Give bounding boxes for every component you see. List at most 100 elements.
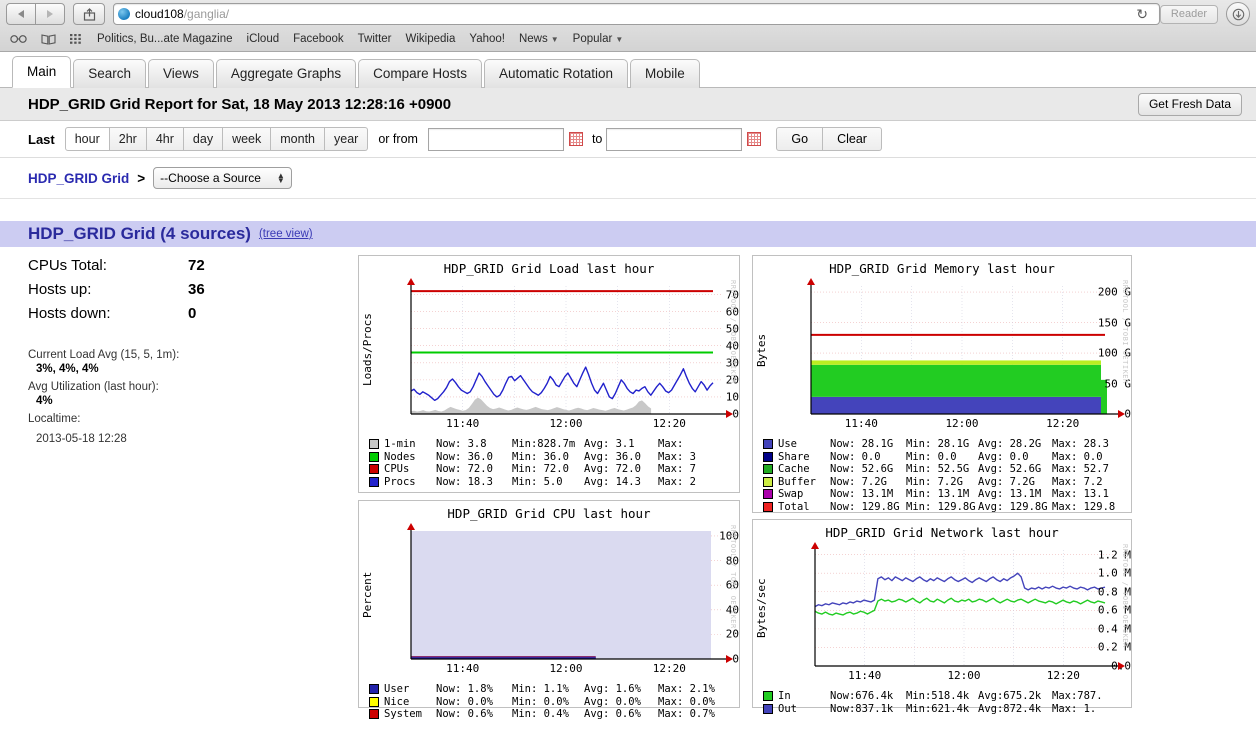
graph-card-network[interactable]: HDP_GRID Grid Network last hour 0.0 0.2 M… — [752, 519, 1132, 715]
share-button[interactable] — [73, 3, 105, 25]
legend-cell: Cache — [778, 463, 810, 476]
get-fresh-data-button[interactable]: Get Fresh Data — [1137, 92, 1242, 116]
downloads-button[interactable] — [1226, 2, 1250, 26]
range-month-button[interactable]: month — [271, 127, 326, 151]
share-icon — [83, 7, 95, 21]
legend-cell: Avg: 129.8G — [978, 500, 1048, 513]
x-axis-tick: 12:20 — [1046, 669, 1080, 682]
legend-cell: Min: 13.1M — [906, 488, 970, 501]
bookmark-facebook[interactable]: Facebook — [293, 33, 344, 45]
graph-card-load[interactable]: HDP_GRID Grid Load last hour 0 10 20 30 40 50… — [358, 255, 740, 493]
legend-cell: Avg: 0.0% — [584, 695, 641, 708]
tab-automatic-rotation[interactable]: Automatic Rotation — [483, 59, 629, 88]
legend-cell: Min: 129.8G — [906, 500, 976, 513]
legend-cell: Avg: 1.6% — [584, 683, 641, 696]
tree-view-link[interactable]: (tree view) — [259, 228, 313, 240]
choose-source-select[interactable]: --Choose a Source ▲ ▼ — [153, 167, 292, 189]
cpus-total-label: CPUs Total: — [28, 257, 107, 274]
bookmark-news-label: News — [518, 33, 548, 45]
bookmark-news[interactable]: News ▼ — [519, 33, 559, 45]
x-axis-tick: 12:20 — [652, 662, 686, 675]
browser-toolbar: cloud108/ganglia/ ↻ Reader — [0, 0, 1256, 28]
range-day-button[interactable]: day — [183, 127, 224, 151]
graph-card-cpu[interactable]: HDP_GRID Grid CPU last hour 0 20 40 60 80 100… — [358, 500, 740, 720]
summary-row-cpus: CPUs Total: 72 — [28, 257, 358, 274]
reload-icon[interactable]: ↻ — [1129, 7, 1155, 21]
forward-button[interactable] — [35, 3, 65, 25]
graph-card-memory[interactable]: HDP_GRID Grid Memory last hour 0 50 G 100 … — [752, 255, 1132, 513]
range-year-button[interactable]: year — [325, 127, 369, 151]
range-hour-button[interactable]: hour — [64, 127, 110, 151]
calendar-icon-to[interactable] — [747, 132, 762, 146]
bookmark-yahoo[interactable]: Yahoo! — [469, 33, 505, 45]
tab-main[interactable]: Main — [12, 56, 72, 88]
x-axis-tick: 12:00 — [549, 417, 583, 430]
reading-glasses-icon[interactable] — [10, 34, 27, 44]
bookmark-politics[interactable]: Politics, Bu...ate Magazine — [97, 33, 233, 45]
legend-cell: Max: 0.7% — [658, 708, 715, 721]
legend-cell: Now: 129.8G — [830, 500, 900, 513]
grid-icon[interactable] — [70, 33, 83, 45]
x-axis-tick: 12:00 — [945, 417, 979, 430]
tab-search[interactable]: Search — [73, 59, 147, 88]
legend-cell: Avg: 36.0 — [584, 450, 641, 463]
calendar-icon-from[interactable] — [568, 132, 583, 146]
legend-swatch-icon — [369, 709, 379, 720]
range-week-button[interactable]: week — [223, 127, 272, 151]
navigation-buttons — [6, 3, 65, 25]
reader-button[interactable]: Reader — [1159, 4, 1218, 24]
legend-row: Procs Now: 18.3 Min: 5.0 Avg: 14.3 Max: 2 — [369, 476, 739, 489]
from-date-input[interactable] — [427, 127, 564, 151]
legend-cell: Max: — [658, 438, 684, 451]
legend-cell: Min: 1.1% — [512, 683, 569, 696]
legend-cell: Now: 72.0 — [436, 463, 493, 476]
range-2hr-button[interactable]: 2hr — [109, 127, 147, 151]
browser-chrome: cloud108/ganglia/ ↻ Reader Politics, Bu.… — [0, 0, 1256, 52]
localtime-label: Localtime: — [28, 413, 81, 425]
cpus-total-value: 72 — [188, 257, 205, 274]
legend-cell: Now: 36.0 — [436, 450, 493, 463]
breadcrumb-grid-link[interactable]: HDP_GRID Grid — [28, 171, 129, 186]
bookmark-wikipedia[interactable]: Wikipedia — [406, 33, 456, 45]
address-bar[interactable]: cloud108/ganglia/ ↻ — [113, 3, 1160, 25]
back-button[interactable] — [6, 3, 35, 25]
legend-cell: Max: 0.0% — [658, 695, 715, 708]
y-axis-label: Loads/Procs — [361, 313, 374, 387]
legend-swatch-icon — [369, 476, 379, 487]
legend-cell: Avg:675.2k — [978, 690, 1042, 703]
bookmark-icloud[interactable]: iCloud — [247, 33, 280, 45]
range-4hr-button[interactable]: 4hr — [146, 127, 184, 151]
legend-swatch-icon — [763, 703, 773, 714]
legend-cell: Avg: 0.0 — [978, 450, 1029, 463]
to-date-input[interactable] — [606, 127, 743, 151]
bookmark-popular[interactable]: Popular ▼ — [573, 33, 624, 45]
stepper-icon: ▲ ▼ — [276, 171, 285, 185]
legend-cell: Procs — [384, 475, 416, 488]
legend-cell: CPUs — [384, 463, 410, 476]
x-axis-tick: 12:20 — [1046, 417, 1080, 430]
clear-button[interactable]: Clear — [823, 127, 882, 151]
legend-cell: Max: 28.3 — [1052, 438, 1109, 451]
legend-cell: Share — [778, 450, 810, 463]
tab-views[interactable]: Views — [148, 59, 214, 88]
y-axis-label: Bytes/sec — [755, 578, 768, 638]
legend-cell: Max: 0.0 — [1052, 450, 1103, 463]
utilization-label: Avg Utilization (last hour): — [28, 381, 159, 393]
tab-compare-hosts[interactable]: Compare Hosts — [358, 59, 482, 88]
plot-svg — [407, 523, 733, 663]
bookmarks-bar: Politics, Bu...ate Magazine iCloud Faceb… — [0, 28, 1256, 50]
legend-cell: Min: 0.4% — [512, 708, 569, 721]
legend-cell: Now: 0.0% — [436, 695, 493, 708]
tab-mobile[interactable]: Mobile — [630, 59, 700, 88]
legend-cell: Now:676.4k — [830, 690, 894, 703]
legend-cell: Max: 2 — [658, 475, 696, 488]
tab-aggregate-graphs[interactable]: Aggregate Graphs — [215, 59, 357, 88]
book-icon[interactable] — [41, 33, 56, 45]
x-axis-tick: 11:40 — [844, 417, 878, 430]
bookmark-twitter[interactable]: Twitter — [358, 33, 392, 45]
x-axis-tick: 12:00 — [549, 662, 583, 675]
graph-title-network: HDP_GRID Grid Network last hour — [825, 525, 1059, 540]
legend-cell: System — [384, 708, 422, 721]
nav-tabs: Main Search Views Aggregate Graphs Compa… — [0, 52, 1256, 88]
go-button[interactable]: Go — [776, 127, 824, 151]
